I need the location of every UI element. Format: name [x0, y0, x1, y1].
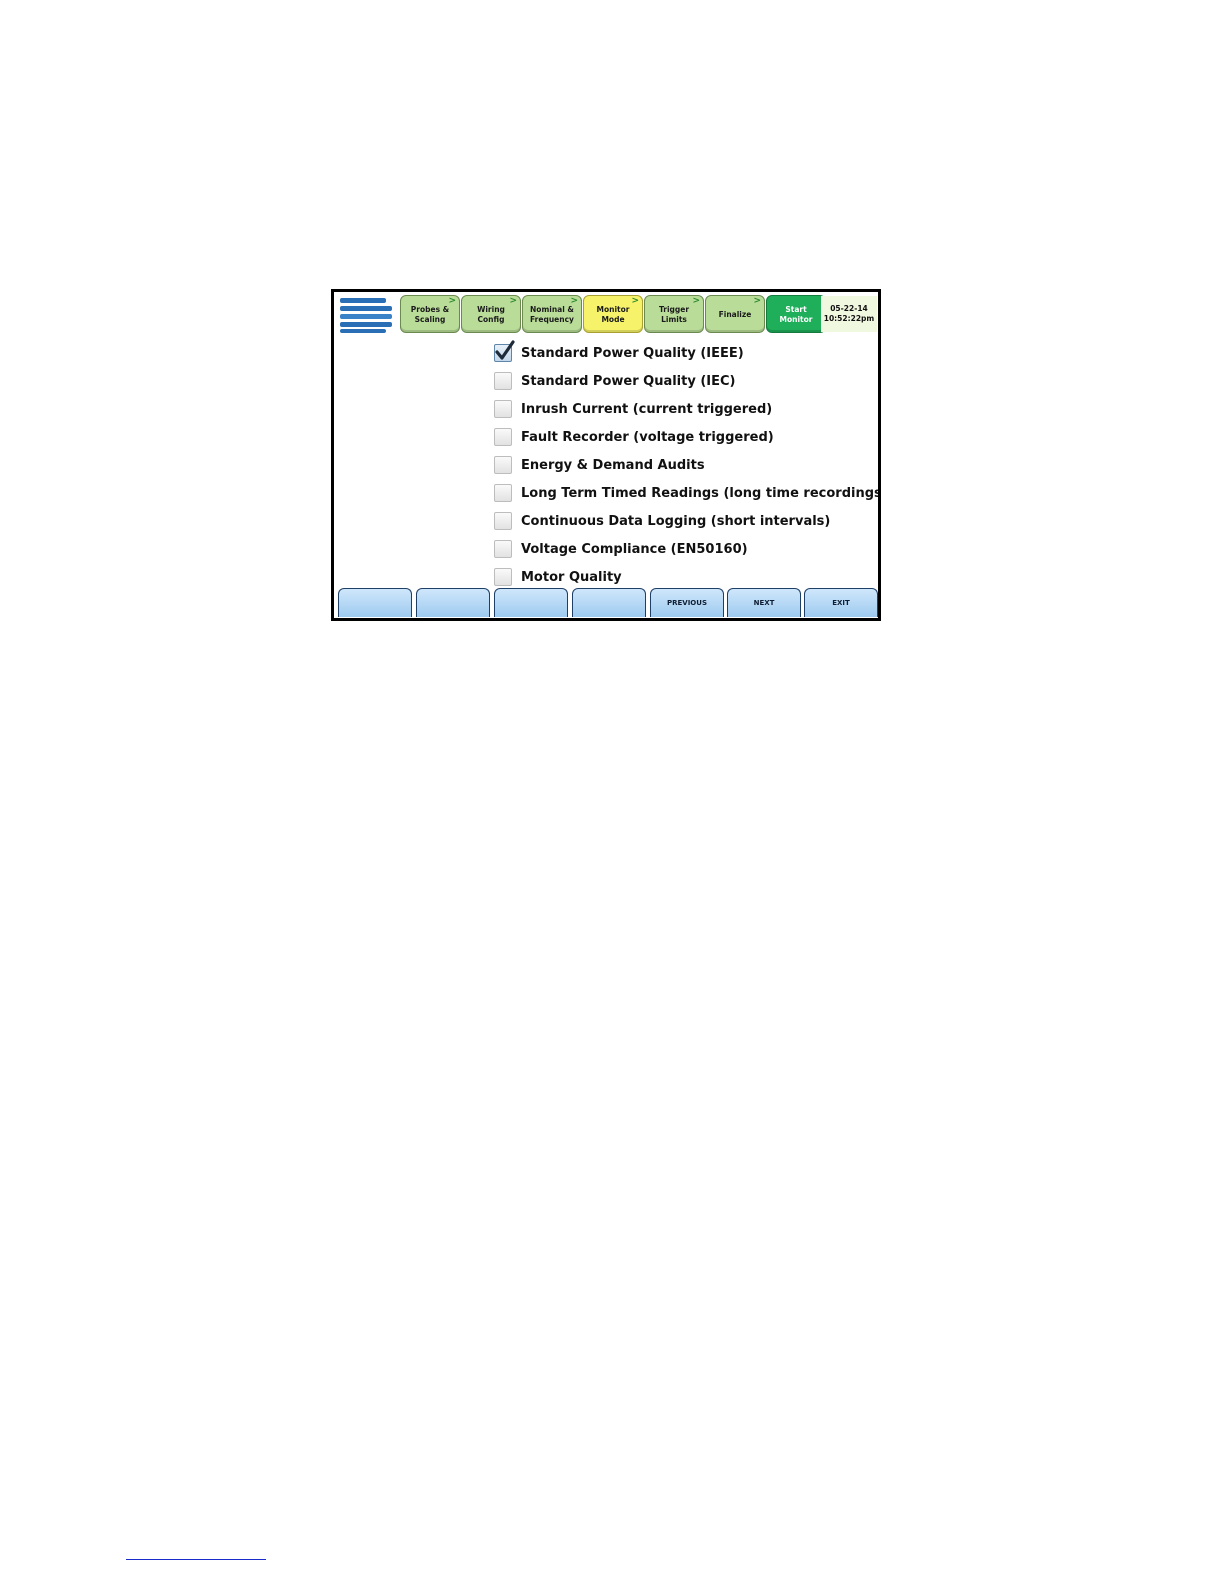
option-long-term-timed[interactable]: Long Term Timed Readings (long time reco…: [494, 479, 878, 507]
exit-button[interactable]: EXIT: [804, 588, 878, 617]
chevron-right-icon: >: [692, 296, 700, 306]
softkey-bar: PREVIOUS NEXT EXIT: [334, 588, 878, 618]
step-label: Finalize: [718, 310, 752, 319]
option-label: Standard Power Quality (IEC): [521, 373, 736, 389]
step-label: Wiring Config: [477, 305, 505, 324]
step-nominal-frequency[interactable]: > Nominal & Frequency: [522, 295, 582, 333]
option-inrush-current[interactable]: Inrush Current (current triggered): [494, 395, 874, 423]
step-label: Nominal & Frequency: [530, 305, 574, 324]
checkbox-checked[interactable]: [494, 340, 515, 362]
step-label: Start Monitor: [779, 305, 813, 324]
checkbox[interactable]: [494, 400, 512, 418]
date-text: 05-22-14: [830, 304, 868, 313]
chevron-right-icon: >: [448, 296, 456, 306]
monitor-mode-options: Standard Power Quality (IEEE) Standard P…: [494, 339, 878, 591]
checkbox[interactable]: [494, 512, 512, 530]
chevron-right-icon: >: [509, 296, 517, 306]
option-label: Motor Quality: [521, 569, 622, 585]
checkbox[interactable]: [494, 568, 512, 586]
softkey-4[interactable]: [572, 588, 646, 617]
option-label: Long Term Timed Readings (long time reco…: [521, 485, 881, 501]
step-wiring-config[interactable]: > Wiring Config: [461, 295, 521, 333]
option-label: Inrush Current (current triggered): [521, 401, 773, 417]
next-button[interactable]: NEXT: [727, 588, 801, 617]
step-monitor-mode[interactable]: > Monitor Mode: [583, 295, 643, 333]
checkbox[interactable]: [494, 428, 512, 446]
option-energy-demand[interactable]: Energy & Demand Audits: [494, 451, 874, 479]
option-voltage-compliance[interactable]: Voltage Compliance (EN50160): [494, 535, 874, 563]
option-label: Fault Recorder (voltage triggered): [521, 429, 774, 445]
chevron-right-icon: >: [570, 296, 578, 306]
softkey-3[interactable]: [494, 588, 568, 617]
softkey-2[interactable]: [416, 588, 490, 617]
step-probes-scaling[interactable]: > Probes & Scaling: [400, 295, 460, 333]
step-trigger-limits[interactable]: > Trigger Limits: [644, 295, 704, 333]
monitor-mode-screen: > Probes & Scaling > Wiring Config > Nom…: [331, 289, 881, 621]
brand-logo: [339, 296, 393, 334]
option-motor-quality[interactable]: Motor Quality: [494, 563, 874, 591]
previous-button[interactable]: PREVIOUS: [650, 588, 724, 617]
footnote-divider: [126, 1559, 266, 1560]
option-label: Voltage Compliance (EN50160): [521, 541, 748, 557]
step-label: Monitor Mode: [596, 305, 630, 324]
chevron-right-icon: >: [753, 296, 761, 306]
checkbox[interactable]: [494, 456, 512, 474]
option-continuous-logging[interactable]: Continuous Data Logging (short intervals…: [494, 507, 874, 535]
checkbox[interactable]: [494, 540, 512, 558]
datetime-display: 05-22-14 10:52:22pm: [821, 296, 877, 332]
time-text: 10:52:22pm: [823, 314, 875, 323]
setup-wizard-bar: > Probes & Scaling > Wiring Config > Nom…: [334, 292, 878, 336]
step-label: Trigger Limits: [658, 305, 690, 324]
option-label: Standard Power Quality (IEEE): [521, 345, 744, 361]
option-standard-pq-iec[interactable]: Standard Power Quality (IEC): [494, 367, 874, 395]
checkbox[interactable]: [494, 372, 512, 390]
checkmark-icon: [495, 340, 515, 360]
option-fault-recorder[interactable]: Fault Recorder (voltage triggered): [494, 423, 874, 451]
chevron-right-icon: >: [631, 296, 639, 306]
step-label: Probes & Scaling: [410, 305, 450, 324]
option-standard-pq-ieee[interactable]: Standard Power Quality (IEEE): [494, 339, 874, 367]
step-finalize[interactable]: > Finalize: [705, 295, 765, 333]
option-label: Continuous Data Logging (short intervals…: [521, 513, 831, 529]
softkey-1[interactable]: [338, 588, 412, 617]
start-monitor-button[interactable]: Start Monitor: [766, 295, 826, 333]
option-label: Energy & Demand Audits: [521, 457, 705, 473]
checkbox[interactable]: [494, 484, 512, 502]
